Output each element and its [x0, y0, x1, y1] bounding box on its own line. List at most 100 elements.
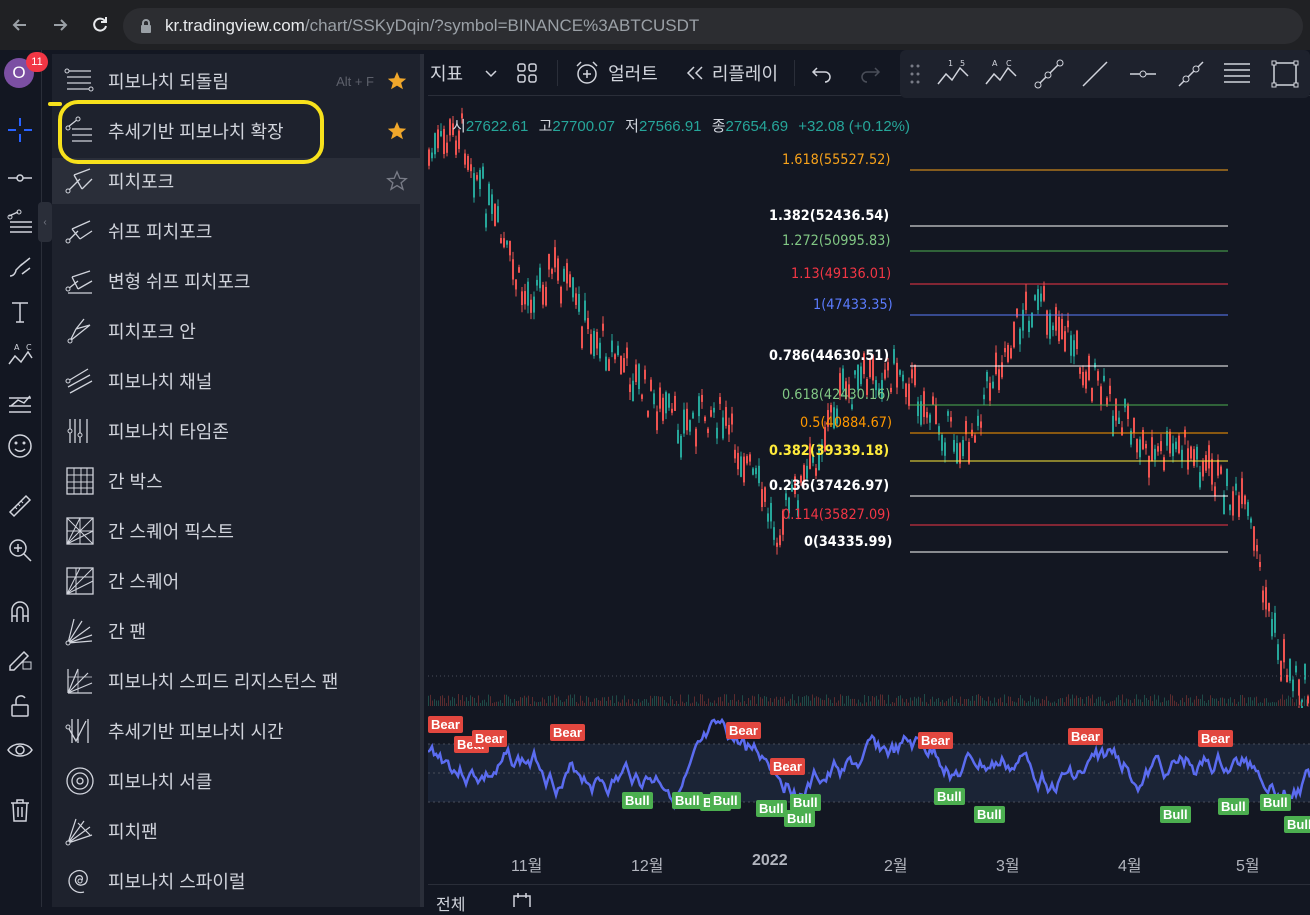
collapse-toolbar-button[interactable]: ‹	[38, 202, 52, 242]
menu-item-schiff-pitchfork[interactable]: 쉬프 피치포크	[52, 208, 424, 254]
volume-bar	[1290, 697, 1291, 706]
menu-item-fib-channel[interactable]: 피보나치 채널	[52, 358, 424, 404]
redo-icon[interactable]	[859, 62, 881, 84]
volume-bar	[1248, 697, 1249, 706]
volume-bar	[764, 696, 765, 706]
menu-item-gann-square[interactable]: 간 스퀘어	[52, 558, 424, 604]
volume-bar	[692, 702, 693, 706]
volume-bar	[520, 697, 521, 706]
trend-line-icon[interactable]	[1080, 59, 1110, 89]
calendar-icon[interactable]	[512, 893, 532, 907]
layouts-icon[interactable]	[515, 61, 539, 85]
candle-body	[554, 247, 556, 268]
fib-retracement-icon[interactable]	[1222, 59, 1252, 89]
volume-bar	[648, 702, 649, 706]
abc-pattern-icon[interactable]: AC	[984, 58, 1018, 88]
reload-icon[interactable]	[80, 5, 120, 45]
candle-body	[1001, 362, 1003, 378]
menu-item-inside-pitchfork[interactable]: 피치포크 안	[52, 308, 424, 354]
candle-body	[557, 258, 559, 281]
candle-body	[1049, 313, 1051, 339]
volume-bar	[1162, 702, 1163, 706]
replay-button[interactable]: 리플레이	[712, 60, 778, 86]
volume-bar	[468, 700, 469, 706]
menu-item-fib-speed-fan[interactable]: 피보나치 스피드 리지스턴스 팬	[52, 658, 424, 704]
candle-body	[956, 443, 958, 464]
volume-bar	[928, 703, 929, 706]
volume-bar	[1152, 701, 1153, 706]
volume-bar	[1208, 699, 1209, 706]
brush-icon[interactable]	[4, 252, 36, 284]
volume-bar	[942, 699, 943, 706]
volume-bar	[620, 702, 621, 706]
volume-bar	[878, 699, 879, 706]
volume-bar	[1188, 698, 1189, 706]
multipoint-line-icon[interactable]	[1034, 59, 1064, 89]
undo-icon[interactable]	[811, 62, 833, 84]
rectangle-icon[interactable]	[1270, 59, 1300, 89]
volume-bar	[1034, 697, 1035, 706]
extended-line-icon[interactable]	[1176, 59, 1206, 89]
text-icon[interactable]	[4, 296, 36, 328]
horizontal-ray-icon[interactable]	[1128, 59, 1158, 89]
volume-bar	[858, 699, 859, 706]
alert-button[interactable]: 얼러트	[608, 60, 658, 86]
star-outline-icon[interactable]	[386, 170, 408, 192]
unlock-icon[interactable]	[4, 690, 36, 722]
menu-item-pitchfan[interactable]: 피치팬	[52, 808, 424, 854]
menu-item-fib-circles[interactable]: 피보나치 서클	[52, 758, 424, 804]
address-bar[interactable]: kr.tradingview.com/chart/SSKyDqin/?symbo…	[123, 8, 1303, 44]
volume-bar	[1278, 700, 1279, 706]
price-chart[interactable]: 1.618(55527.52) 1.382(52436.54) 1.272(5099…	[428, 98, 1310, 714]
volume-bar	[632, 699, 633, 706]
fib-tools-icon[interactable]	[4, 206, 36, 238]
menu-item-fib-timezone[interactable]: 피보나치 타임존	[52, 408, 424, 454]
trend-line-icon[interactable]	[4, 162, 36, 194]
elliott-wave-icon[interactable]: 15	[936, 58, 970, 88]
menu-item-fib-spiral[interactable]: 피보나치 스파이럴	[52, 858, 424, 904]
menu-item-gann-box[interactable]: 간 박스	[52, 458, 424, 504]
volume-bar	[786, 703, 787, 706]
eye-icon[interactable]	[4, 734, 36, 766]
volume-bar	[740, 702, 741, 706]
menu-item-modified-schiff-pitchfork[interactable]: 변형 쉬프 피치포크	[52, 258, 424, 304]
ruler-icon[interactable]	[4, 490, 36, 522]
volume-bar	[614, 703, 615, 706]
volume-bar	[958, 702, 959, 706]
oscillator-pane[interactable]: BearBearBearBearBearBearBearBearBearBull…	[427, 712, 1310, 842]
magnet-icon[interactable]	[4, 596, 36, 628]
emoji-icon[interactable]	[4, 430, 36, 462]
trash-icon[interactable]	[4, 794, 36, 826]
menu-item-pitchfork[interactable]: 피치포크	[52, 158, 424, 204]
chevron-down-icon[interactable]	[483, 65, 499, 81]
candle-body	[806, 465, 808, 479]
forward-arrow-icon[interactable]	[40, 5, 80, 45]
menu-item-gann-fan[interactable]: 간 팬	[52, 608, 424, 654]
candle-body	[1091, 387, 1093, 402]
back-arrow-icon[interactable]	[0, 5, 40, 45]
volume-bar	[1074, 698, 1075, 706]
volume-bar	[510, 698, 511, 706]
range-all-button[interactable]: 전체	[436, 891, 465, 915]
zoom-in-icon[interactable]	[4, 534, 36, 566]
candle-body	[1004, 348, 1006, 353]
lock-drawing-icon[interactable]	[4, 642, 36, 674]
star-filled-icon[interactable]	[386, 120, 408, 142]
alarm-clock-icon[interactable]	[574, 60, 600, 86]
menu-item-gann-square-fixed[interactable]: 간 스퀘어 픽스트	[52, 508, 424, 554]
menu-item-fib-retracement[interactable]: 피보나치 되돌림 Alt + F	[52, 58, 424, 104]
time-axis[interactable]: 11월 12월 2022 2월 3월 4월 5월	[428, 842, 1310, 882]
high-value: 27700.07	[552, 118, 615, 135]
prediction-icon[interactable]	[4, 386, 36, 418]
indicators-button[interactable]: 지표	[430, 60, 463, 86]
volume-bar	[976, 694, 977, 706]
menu-item-trend-fib-time[interactable]: 추세기반 피보나치 시간	[52, 708, 424, 754]
pattern-icon[interactable]: AC	[4, 340, 36, 372]
candles-svg	[428, 107, 1310, 714]
bull-signal-tag: Bull	[974, 806, 1005, 823]
drag-handle-icon[interactable]	[908, 62, 922, 86]
replay-icon[interactable]	[684, 63, 706, 83]
crosshair-icon[interactable]	[4, 114, 36, 146]
candle-body	[1283, 639, 1285, 663]
star-filled-icon[interactable]	[386, 70, 408, 92]
